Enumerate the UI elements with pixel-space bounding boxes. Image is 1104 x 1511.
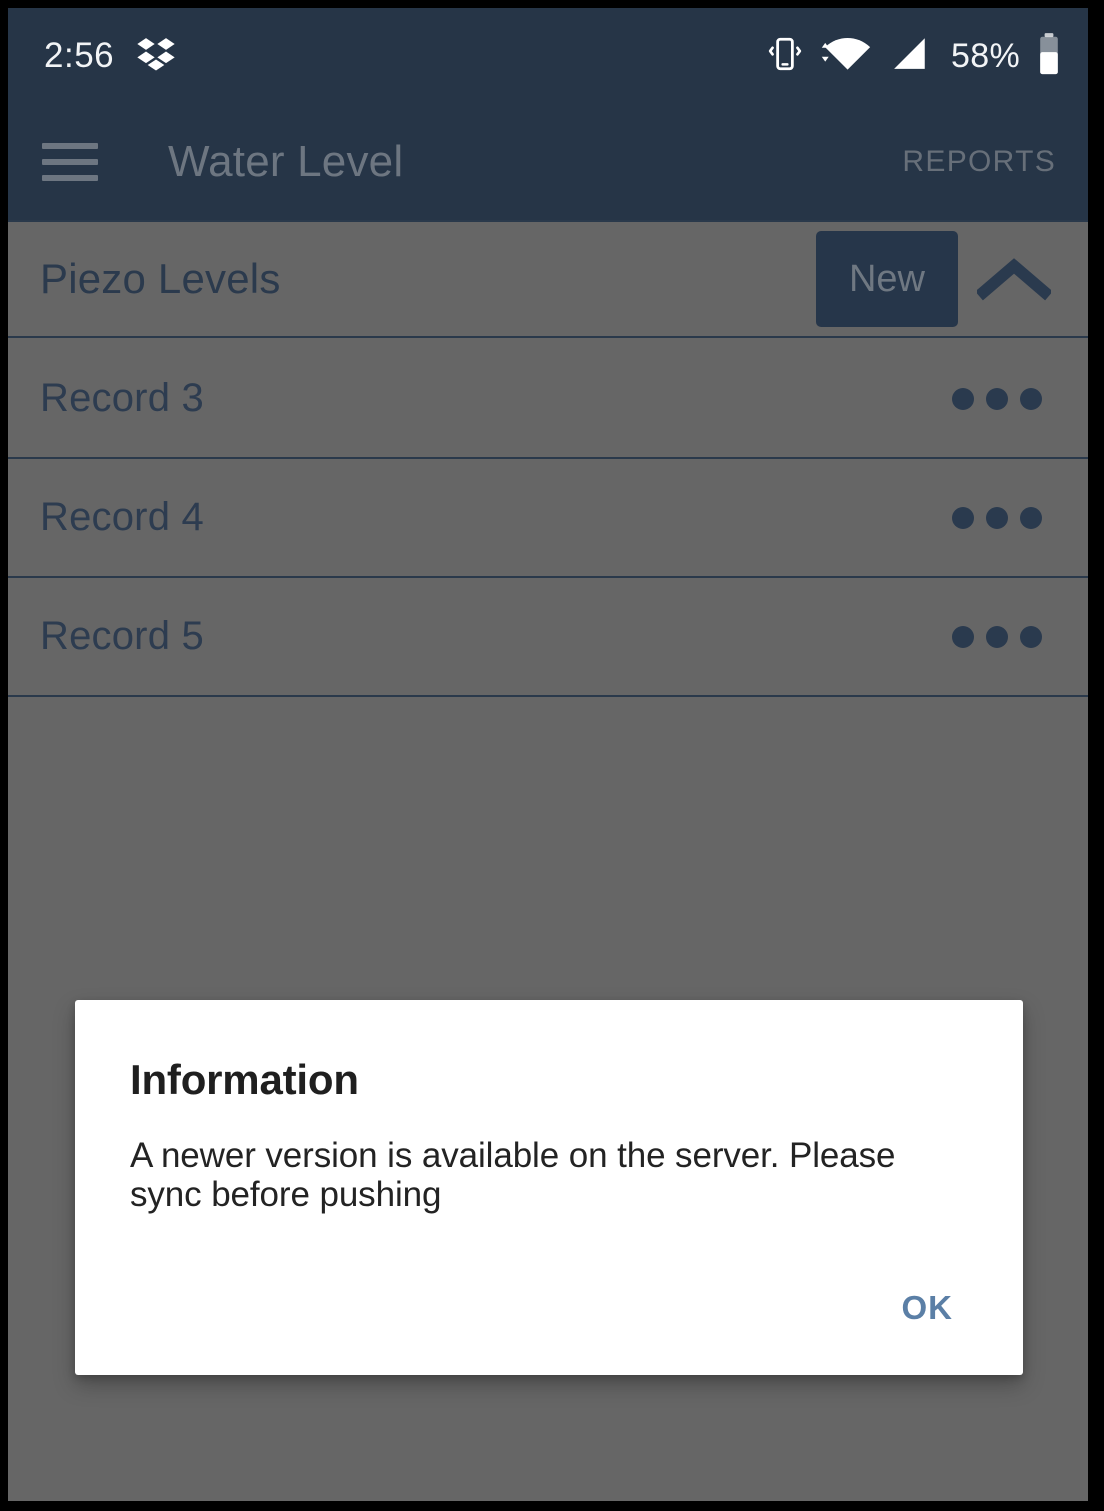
dialog-message: A newer version is available on the serv…: [130, 1136, 896, 1215]
phone-screen: 2:56 58% Water Level REPORTS Piezo Level…: [8, 8, 1088, 1501]
information-dialog: Information A newer version is available…: [75, 1000, 1023, 1375]
dialog-actions: OK: [876, 1271, 980, 1345]
dialog-scrim: Information A newer version is available…: [8, 8, 1088, 1501]
ok-button[interactable]: OK: [876, 1271, 980, 1345]
dialog-title: Information: [130, 1056, 359, 1103]
